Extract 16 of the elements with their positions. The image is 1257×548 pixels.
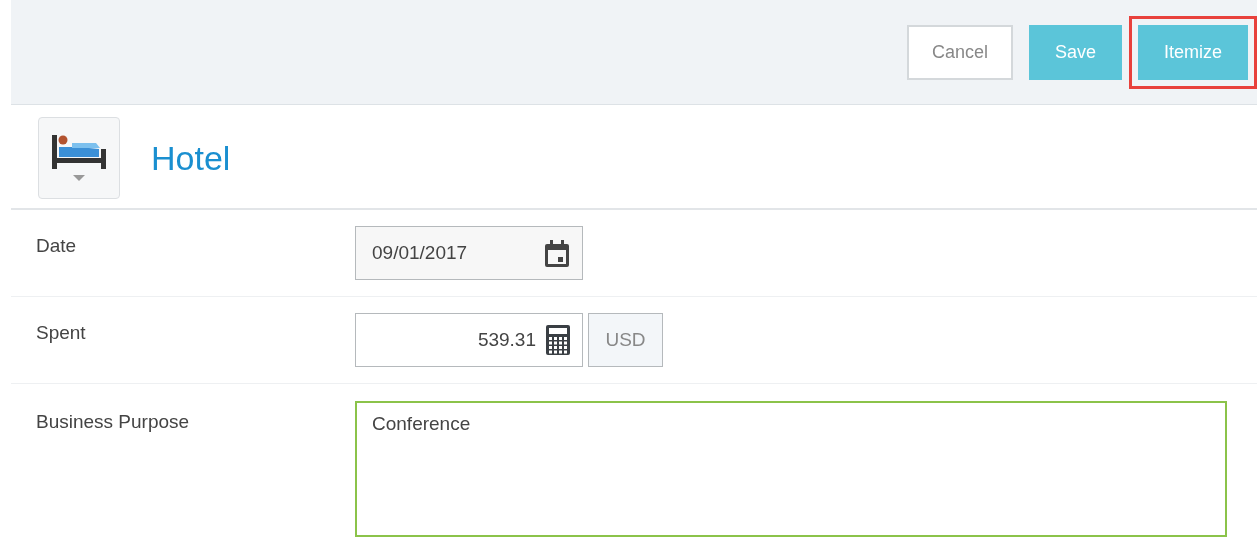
field-label: Date xyxy=(35,234,78,258)
toolbar-button[interactable]: Cancel xyxy=(906,24,1013,80)
calculator-icon[interactable] xyxy=(546,325,570,355)
expense-type-title: Hotel xyxy=(151,138,231,178)
amount-field[interactable]: 539.31 xyxy=(355,313,583,367)
caret-icon xyxy=(73,175,85,181)
expense-type-selector[interactable] xyxy=(38,117,120,199)
bed-icon xyxy=(52,135,106,169)
field-label: Spent xyxy=(35,321,87,345)
toolbar-button[interactable]: Save xyxy=(1028,24,1122,80)
itemize-button[interactable]: Itemize xyxy=(1137,24,1248,80)
calendar-icon[interactable] xyxy=(544,238,570,268)
date-field[interactable]: 09/01/2017 xyxy=(355,226,583,280)
field-label: Business Purpose xyxy=(35,410,191,434)
currency-field[interactable]: USD xyxy=(588,313,663,367)
purpose-field[interactable]: Conference xyxy=(355,401,1227,537)
